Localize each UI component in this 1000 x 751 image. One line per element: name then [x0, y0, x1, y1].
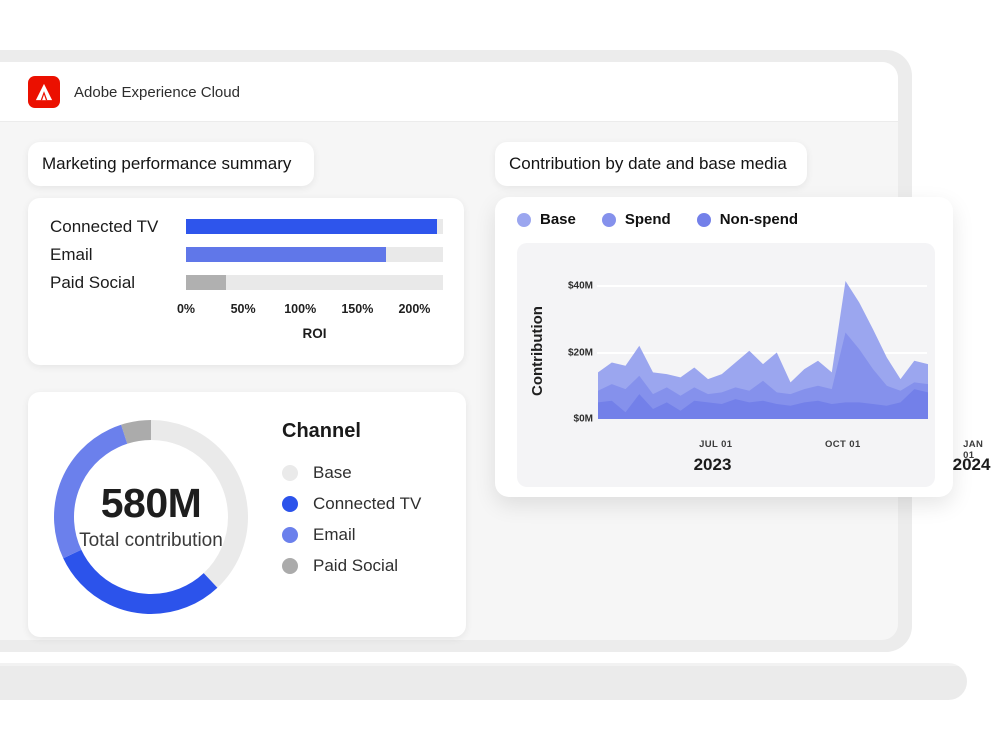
brand-title: Adobe Experience Cloud — [74, 62, 240, 122]
legend-dot-icon — [282, 465, 298, 481]
roi-chart-title: Marketing performance summary — [42, 154, 291, 174]
channel-legend: Channel Base Connected TV Email Paid Social — [282, 420, 421, 581]
legend-dot-icon — [602, 213, 616, 227]
roi-tick-label: 100% — [284, 302, 316, 316]
area-legend-item-spend[interactable]: Spend — [602, 211, 671, 228]
roi-bar-fill — [186, 275, 226, 290]
roi-bar-row-connected-tv: Connected TV — [28, 214, 464, 242]
roi-x-axis: 0%50%100%150%200% — [186, 302, 443, 318]
channel-legend-title: Channel — [282, 420, 421, 443]
roi-bar-fill — [186, 219, 437, 234]
total-contribution-label: Total contribution — [79, 530, 223, 552]
area-chart-plot — [597, 243, 929, 421]
roi-tick-label: 200% — [398, 302, 430, 316]
legend-item-label: Email — [313, 525, 356, 545]
roi-bar-track — [186, 219, 443, 234]
roi-bar-track — [186, 275, 443, 290]
legend-item-label: Connected TV — [313, 494, 421, 514]
adobe-logo-icon — [28, 76, 60, 108]
year-label: 2024 — [953, 455, 991, 475]
roi-axis-title: ROI — [186, 326, 443, 341]
roi-bar-row-email: Email — [28, 242, 464, 270]
legend-dot-icon — [282, 496, 298, 512]
area-chart-legend: Base Spend Non-spend — [517, 211, 824, 228]
area-chart-card: Base Spend Non-spend Contribution $0M $20M $… — [495, 197, 953, 497]
legend-item-label: Spend — [625, 211, 671, 228]
roi-bar-track — [186, 247, 443, 262]
channel-legend-item-base[interactable]: Base — [282, 457, 421, 488]
y-axis-title: Contribution — [529, 271, 546, 431]
x-tick-label: JUL 01 — [699, 439, 732, 450]
channel-legend-item-paid-social[interactable]: Paid Social — [282, 550, 421, 581]
channel-legend-item-email[interactable]: Email — [282, 519, 421, 550]
area-plot-panel: Contribution $0M$20M$40M JUL 01OCT 01JAN… — [517, 243, 935, 487]
area-legend-item-base[interactable]: Base — [517, 211, 576, 228]
roi-tick-label: 50% — [231, 302, 256, 316]
roi-bar-chart-card: Connected TV Email Paid Social 0% 50% 100% 15… — [28, 198, 464, 365]
app-header: Adobe Experience Cloud — [0, 62, 898, 122]
total-contribution-value: 580M — [101, 482, 202, 525]
page: Adobe Experience Cloud Marketing perform… — [0, 0, 1000, 751]
y-tick-label: $40M — [568, 281, 593, 292]
roi-bar-fill — [186, 247, 386, 262]
year-label: 2023 — [694, 455, 732, 475]
laptop-base — [0, 663, 967, 700]
roi-bar-row-paid-social: Paid Social — [28, 270, 464, 298]
x-tick-label: OCT 01 — [825, 439, 861, 450]
roi-bar-label: Connected TV — [50, 217, 158, 237]
legend-dot-icon — [517, 213, 531, 227]
legend-dot-icon — [697, 213, 711, 227]
legend-dot-icon — [282, 527, 298, 543]
roi-bar-label: Email — [50, 245, 93, 265]
legend-item-label: Base — [540, 211, 576, 228]
y-tick-label: $20M — [568, 347, 593, 358]
legend-dot-icon — [282, 558, 298, 574]
roi-tick-label: 150% — [341, 302, 373, 316]
roi-card-title-pill: Marketing performance summary — [28, 142, 314, 186]
legend-item-label: Non-spend — [720, 211, 798, 228]
y-tick-label: $0M — [574, 414, 593, 425]
legend-item-label: Paid Social — [313, 556, 398, 576]
legend-item-label: Base — [313, 463, 352, 483]
channel-legend-item-connected-tv[interactable]: Connected TV — [282, 488, 421, 519]
area-legend-item-non-spend[interactable]: Non-spend — [697, 211, 798, 228]
roi-bar-label: Paid Social — [50, 273, 135, 293]
roi-tick-label: 0% — [177, 302, 195, 316]
area-chart-title: Contribution by date and base media — [509, 154, 787, 174]
donut-center-text: 580M Total contribution — [46, 412, 256, 622]
donut-chart-card: 580M Total contribution Channel Base Conn… — [28, 392, 466, 637]
area-card-title-pill: Contribution by date and base media — [495, 142, 807, 186]
